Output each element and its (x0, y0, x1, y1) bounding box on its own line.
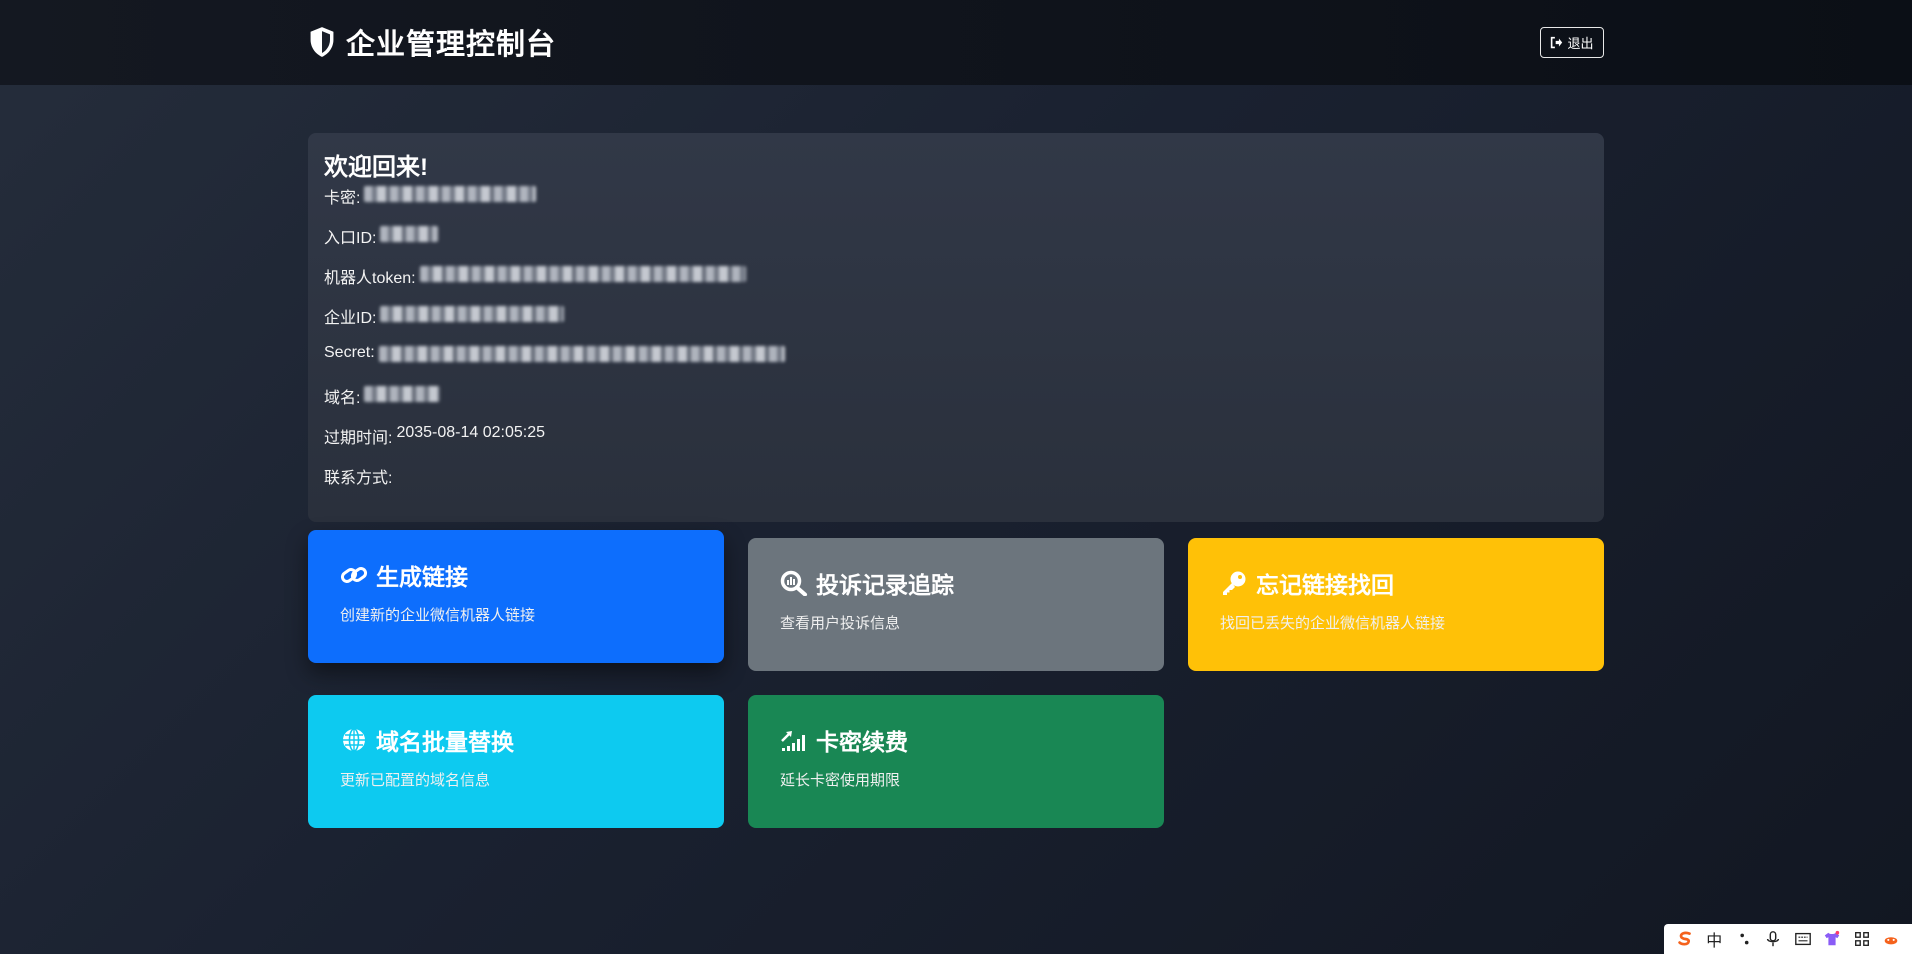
grid-tools-icon[interactable] (1851, 928, 1873, 950)
info-row-bot-token: 机器人token: (324, 261, 1588, 301)
info-value: 2035-08-14 02:05:25 (396, 424, 546, 441)
card-title-text: 生成链接 (376, 564, 468, 590)
growth-icon (781, 731, 805, 751)
skin-shirt-icon[interactable] (1821, 928, 1843, 950)
card-title: 忘记链接找回 (1220, 566, 1572, 600)
welcome-heading: 欢迎回来! (324, 154, 428, 181)
info-row-secret: Secret: (324, 341, 1588, 381)
ime-toolbar: 中 (1664, 924, 1912, 954)
card-description: 更新已配置的域名信息 (340, 772, 491, 789)
info-row-corp-id: 企业ID: (324, 301, 1588, 341)
domain-batch-replace-card[interactable]: 域名批量替换 更新已配置的域名信息 (308, 695, 724, 828)
ime-mode-toggle[interactable]: 中 (1703, 928, 1725, 950)
sogou-logo-icon[interactable] (1674, 928, 1696, 950)
top-navbar: 企业管理控制台 退出 (0, 0, 1912, 85)
info-label: 过期时间: (324, 430, 393, 447)
card-title-text: 忘记链接找回 (1256, 572, 1394, 598)
recover-link-card[interactable]: 忘记链接找回 找回已丢失的企业微信机器人链接 (1188, 538, 1604, 671)
mascot-icon[interactable] (1880, 928, 1902, 950)
redacted-value (364, 386, 441, 402)
redacted-value (364, 186, 537, 202)
info-label: 联系方式: (324, 470, 393, 487)
logout-label: 退出 (1567, 36, 1594, 51)
globe-icon (343, 728, 365, 752)
info-label: 机器人token: (324, 270, 416, 287)
card-title: 投诉记录追踪 (780, 566, 1132, 600)
card-title-text: 卡密续费 (816, 729, 908, 755)
punctuation-icon[interactable] (1733, 928, 1755, 950)
link-icon (340, 567, 368, 583)
info-label: 卡密: (324, 190, 361, 207)
redacted-value (419, 266, 746, 282)
card-title: 卡密续费 (780, 723, 1132, 757)
renew-card-key-card[interactable]: 卡密续费 延长卡密使用期限 (748, 695, 1164, 828)
logout-button[interactable]: 退出 (1540, 27, 1604, 58)
info-row-card-key: 卡密: (324, 181, 1588, 221)
keyboard-icon[interactable] (1792, 928, 1814, 950)
key-icon (1223, 571, 1246, 595)
redacted-value (378, 346, 785, 362)
redacted-value (380, 226, 439, 242)
info-label: 企业ID: (324, 310, 377, 327)
card-description: 创建新的企业微信机器人链接 (340, 607, 536, 624)
search-chart-icon (780, 570, 807, 596)
logout-icon (1551, 36, 1563, 49)
generate-link-card[interactable]: 生成链接 创建新的企业微信机器人链接 (308, 530, 724, 663)
welcome-card: 欢迎回来! 卡密: 入口ID: 机器人token: 企业ID: Secret: … (308, 133, 1604, 522)
info-label: 域名: (324, 390, 361, 407)
complaint-tracking-card[interactable]: 投诉记录追踪 查看用户投诉信息 (748, 538, 1164, 671)
card-title: 域名批量替换 (340, 723, 692, 757)
info-row-domain: 域名: (324, 381, 1588, 421)
redacted-value (380, 306, 565, 322)
card-description: 查看用户投诉信息 (780, 615, 901, 632)
info-label: Secret: (324, 344, 375, 361)
card-title-text: 域名批量替换 (376, 729, 514, 755)
app-title: 企业管理控制台 (346, 29, 557, 61)
info-row-contact: 联系方式: (324, 461, 1588, 501)
info-row-entry-id: 入口ID: (324, 221, 1588, 261)
brand: 企业管理控制台 (308, 22, 556, 62)
card-description: 延长卡密使用期限 (780, 772, 901, 789)
card-title: 生成链接 (340, 558, 692, 592)
microphone-icon[interactable] (1762, 928, 1784, 950)
info-row-expiry: 过期时间: 2035-08-14 02:05:25 (324, 421, 1588, 461)
card-description: 找回已丢失的企业微信机器人链接 (1220, 615, 1446, 632)
card-title-text: 投诉记录追踪 (816, 572, 954, 598)
info-label: 入口ID: (324, 230, 377, 247)
shield-icon (310, 27, 334, 57)
